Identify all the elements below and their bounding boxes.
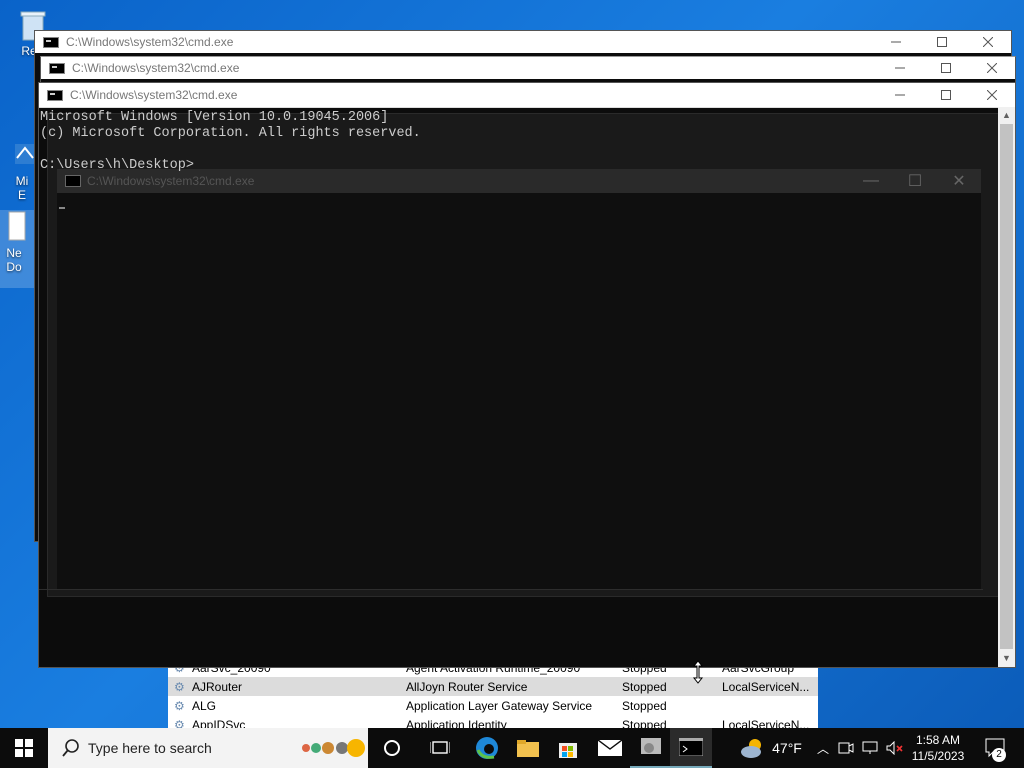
maximize-button[interactable] <box>919 30 965 54</box>
table-row-selected[interactable]: ⚙ AJRouter AllJoyn Router Service Stoppe… <box>168 677 818 696</box>
mail-icon <box>598 740 622 756</box>
console-prompt[interactable]: C:\Users\h\Desktop> <box>40 158 194 174</box>
title-bar[interactable]: C:\Windows\system32\cmd.exe <box>41 57 1015 79</box>
network-icon <box>862 741 878 754</box>
ghost-window-title: C:\Windows\system32\cmd.exe <box>87 174 255 188</box>
taskbar-file-explorer[interactable] <box>508 728 548 768</box>
search-icon <box>62 739 79 757</box>
minimize-button[interactable] <box>877 83 923 107</box>
cmd-icon <box>47 89 63 101</box>
network-button[interactable] <box>860 728 882 768</box>
service-name: ALG <box>192 698 217 713</box>
windows-logo-icon <box>15 739 33 757</box>
maximize-button[interactable] <box>923 56 969 80</box>
show-hidden-icons-button[interactable]: ︿ <box>814 728 832 768</box>
close-button[interactable] <box>965 30 1011 54</box>
cortana-button[interactable] <box>372 728 412 768</box>
task-view-icon <box>430 741 450 754</box>
task-view-button[interactable] <box>420 728 460 768</box>
console-line: (c) Microsoft Corporation. All rights re… <box>40 126 421 141</box>
scrollbar[interactable]: ▲ ▼ <box>998 107 1015 667</box>
desktop-icon-label: Mi E <box>15 174 29 202</box>
start-button[interactable] <box>0 728 48 768</box>
window-title: C:\Windows\system32\cmd.exe <box>72 61 240 75</box>
ghost-inner-area <box>57 193 981 589</box>
minimize-icon: — <box>863 172 879 189</box>
close-icon: ✕ <box>952 173 966 190</box>
meet-now-icon <box>838 742 854 754</box>
cmd-window-3[interactable]: C:\Windows\system32\cmd.exe C:\Windows\s… <box>38 82 1016 668</box>
service-status: Stopped <box>622 679 667 694</box>
weather-widget[interactable]: 47°F <box>736 728 806 768</box>
taskbar: Type here to search 47°F ︿ 1:58 AM 11/5/… <box>0 728 1024 768</box>
scroll-up-arrow[interactable]: ▲ <box>998 107 1015 124</box>
taskbar-store[interactable] <box>548 728 588 768</box>
desktop-icon-new-document[interactable]: Ne Do <box>0 210 36 288</box>
table-row[interactable]: ⚙ ALG Application Layer Gateway Service … <box>168 696 818 715</box>
edge-icon <box>476 737 498 759</box>
service-description: Application Layer Gateway Service <box>406 698 593 713</box>
console-line: Microsoft Windows [Version 10.0.19045.20… <box>40 110 389 125</box>
notification-badge: 2 <box>992 748 1006 762</box>
service-name: AJRouter <box>192 679 243 694</box>
service-status: Stopped <box>622 698 667 713</box>
cmd-icon <box>43 36 59 48</box>
scroll-thumb[interactable] <box>1000 124 1013 649</box>
taskbar-mail[interactable] <box>590 728 630 768</box>
meet-now-button[interactable] <box>836 728 856 768</box>
service-description: AllJoyn Router Service <box>406 679 528 694</box>
maximize-icon: ☐ <box>907 173 923 190</box>
service-logon: LocalServiceN... <box>722 679 810 694</box>
gear-icon: ⚙ <box>174 698 185 713</box>
ghost-window-titlebar: C:\Windows\system32\cmd.exe — ☐ ✕ <box>57 169 981 193</box>
title-bar[interactable]: C:\Windows\system32\cmd.exe <box>35 31 1011 53</box>
text-cursor <box>59 207 65 209</box>
weather-temp: 47°F <box>772 740 802 756</box>
cmd-icon <box>65 175 81 187</box>
window-title: C:\Windows\system32\cmd.exe <box>70 88 238 102</box>
scroll-down-arrow[interactable]: ▼ <box>998 650 1015 667</box>
close-button[interactable] <box>969 83 1015 107</box>
weather-cloud-icon <box>741 739 762 758</box>
maximize-button[interactable] <box>923 83 969 107</box>
cortana-icon <box>384 740 400 756</box>
store-icon <box>559 743 577 758</box>
taskbar-cmd[interactable] <box>670 728 712 768</box>
cmd-icon <box>49 62 65 74</box>
desktop-icon-label: Ne Do <box>6 246 22 274</box>
search-highlight-icon <box>302 739 365 757</box>
cmd-icon <box>679 738 703 756</box>
services-icon <box>641 738 661 754</box>
close-button[interactable] <box>969 56 1015 80</box>
taskbar-edge[interactable] <box>466 728 508 768</box>
document-icon <box>0 210 31 244</box>
clock[interactable]: 1:58 AM 11/5/2023 <box>906 728 970 768</box>
minimize-button[interactable] <box>877 56 923 80</box>
ghost-divider <box>39 589 983 590</box>
services-list: ⚙ AarSvc_20090 Agent Activation Runtime_… <box>168 660 818 730</box>
taskbar-services[interactable] <box>630 728 672 768</box>
clock-date: 11/5/2023 <box>911 749 965 763</box>
chevron-up-icon: ︿ <box>816 741 829 756</box>
resize-cursor-icon <box>692 660 704 689</box>
window-title: C:\Windows\system32\cmd.exe <box>66 35 234 49</box>
gear-icon: ⚙ <box>174 679 185 694</box>
volume-button[interactable] <box>884 728 906 768</box>
search-placeholder: Type here to search <box>88 740 212 756</box>
folder-icon <box>517 740 539 757</box>
minimize-button[interactable] <box>873 30 919 54</box>
search-box[interactable]: Type here to search <box>48 728 368 768</box>
action-center-button[interactable]: 2 <box>976 728 1016 768</box>
title-bar[interactable]: C:\Windows\system32\cmd.exe <box>39 83 1015 108</box>
clock-time: 1:58 AM <box>915 733 961 747</box>
volume-muted-icon <box>886 741 903 755</box>
